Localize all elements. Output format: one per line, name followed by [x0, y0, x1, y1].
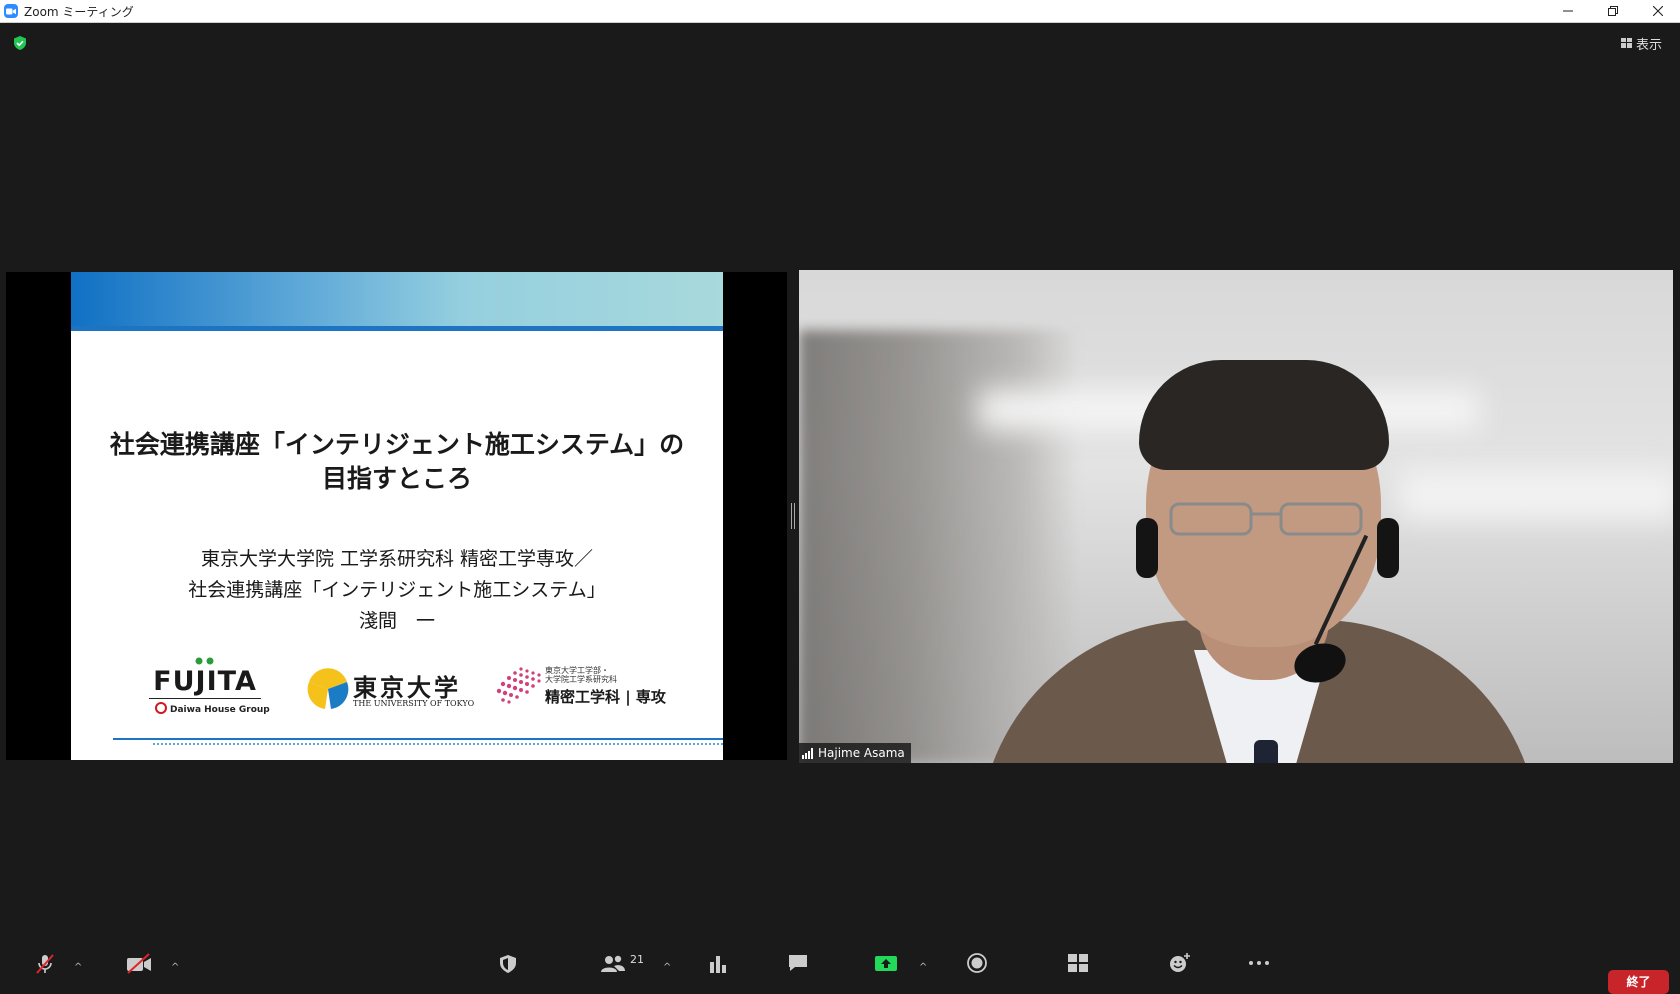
utokyo-logo-kanji: 東京大学 — [353, 674, 461, 702]
record-icon — [967, 953, 987, 973]
fujita-logo: FUJITA Daiwa House Group — [149, 657, 270, 720]
headset-earpad — [1377, 518, 1399, 578]
chat-bubble-icon — [789, 955, 807, 971]
slide-subtitle-line2: 社会連携講座「インテリジェント施工システム」 — [188, 579, 606, 601]
participants-button[interactable] — [600, 952, 626, 987]
slide-header-line — [71, 326, 723, 331]
start-video-button[interactable] — [126, 952, 152, 987]
shared-screen[interactable]: 社会連携講座「インテリジェント施工システム」の 目指すところ 東京大学大学院 工… — [6, 272, 787, 760]
participant-name-tag: Hajime Asama — [799, 743, 911, 763]
grid-view-icon — [1620, 38, 1632, 48]
close-button[interactable] — [1635, 0, 1680, 22]
more-button[interactable] — [1247, 952, 1271, 987]
video-off-icon — [127, 953, 151, 974]
breakout-rooms-button[interactable] — [1067, 952, 1089, 987]
emoji-reaction-icon — [1170, 953, 1190, 972]
minimize-button[interactable] — [1545, 0, 1590, 22]
view-button[interactable]: 表示 — [1617, 34, 1666, 53]
dept-logo-small-line2: 大学院工学系研究科 — [545, 675, 617, 684]
window-titlebar: Zoom ミーティング — [0, 0, 1680, 23]
video-options-chevron-up-icon[interactable]: ^ — [171, 962, 179, 973]
precision-engineering-logo: 東京大学工学部・ 大学院工学系研究科 精密工学科 | 専攻 — [493, 666, 673, 716]
participant-name: Hajime Asama — [818, 746, 905, 760]
more-dots-icon — [1249, 961, 1269, 965]
slide-footer-line — [113, 738, 723, 740]
poll-chart-icon — [710, 956, 726, 973]
window-title: Zoom ミーティング — [24, 4, 134, 19]
utokyo-logo-english: THE UNIVERSITY OF TOKYO — [353, 699, 475, 708]
slide-title-line1: 社会連携講座「インテリジェント施工システム」の — [109, 430, 685, 459]
minimize-icon — [1562, 10, 1573, 12]
participants-options-chevron-up-icon[interactable]: ^ — [663, 962, 671, 973]
fujita-logo-text: FUJITA — [153, 666, 257, 697]
participant-hair — [1139, 360, 1389, 470]
security-button[interactable] — [498, 952, 518, 987]
chat-button[interactable] — [786, 952, 810, 987]
close-icon — [1652, 6, 1663, 16]
participant-glasses — [1169, 502, 1363, 536]
slide-subtitle: 東京大学大学院 工学系研究科 精密工学専攻／ 社会連携講座「インテリジェント施工… — [71, 544, 723, 637]
slide-title: 社会連携講座「インテリジェント施工システム」の 目指すところ — [71, 428, 723, 496]
mute-button[interactable] — [34, 952, 56, 987]
breakout-rooms-icon — [1068, 954, 1088, 972]
end-meeting-button[interactable]: 終了 — [1608, 970, 1669, 994]
slide-header-band — [71, 272, 723, 326]
restore-icon — [1607, 6, 1618, 16]
share-options-chevron-up-icon[interactable]: ^ — [919, 962, 927, 973]
participant-tie — [1254, 740, 1278, 763]
split-view-handle[interactable] — [791, 503, 795, 529]
slide-author: 淺間 一 — [358, 610, 435, 632]
mic-muted-icon — [36, 954, 54, 974]
ginkgo-icon — [307, 668, 349, 709]
restore-button[interactable] — [1590, 0, 1635, 22]
encryption-shield-icon[interactable] — [12, 35, 28, 51]
dept-logo-small: 東京大学工学部・ 大学院工学系研究科 — [545, 666, 617, 684]
slide-title-line2: 目指すところ — [321, 464, 472, 493]
daiwa-logo-text: Daiwa House Group — [170, 705, 270, 715]
polls-button[interactable] — [707, 952, 729, 987]
utokyo-logo: 東京大学 THE UNIVERSITY OF TOKYO — [307, 668, 474, 718]
headset-earpad — [1136, 518, 1158, 578]
signal-strength-icon — [802, 747, 813, 759]
dot-grid-logo-icon — [496, 667, 541, 704]
record-button[interactable] — [966, 952, 988, 987]
dept-logo-big: 精密工学科 | 専攻 — [545, 688, 666, 706]
fujita-leaf-icon — [195, 657, 214, 665]
audio-options-chevron-up-icon[interactable]: ^ — [74, 962, 82, 973]
presentation-slide: 社会連携講座「インテリジェント施工システム」の 目指すところ 東京大学大学院 工… — [71, 272, 723, 760]
dept-logo-small-line1: 東京大学工学部・ — [545, 666, 609, 675]
participant-video[interactable]: Hajime Asama — [799, 270, 1673, 763]
zoom-app-icon — [4, 4, 18, 18]
meeting-toolbar: ^ ^ 21 ^ ^ — [0, 952, 1680, 987]
security-shield-icon — [500, 955, 516, 973]
daiwa-logo: Daiwa House Group — [155, 702, 270, 715]
slide-subtitle-line1: 東京大学大学院 工学系研究科 精密工学専攻／ — [200, 548, 594, 570]
slide-footer-dotted-line — [153, 743, 723, 745]
view-label: 表示 — [1635, 37, 1662, 53]
share-screen-icon — [875, 956, 897, 971]
participants-icon — [601, 955, 625, 972]
slide-logos: FUJITA Daiwa House Group 東京大学 THE UNIVER… — [71, 656, 723, 726]
background-light — [1399, 470, 1673, 520]
share-screen-button[interactable] — [874, 952, 898, 987]
reactions-button[interactable] — [1168, 952, 1192, 987]
participants-count: 21 — [630, 953, 644, 966]
